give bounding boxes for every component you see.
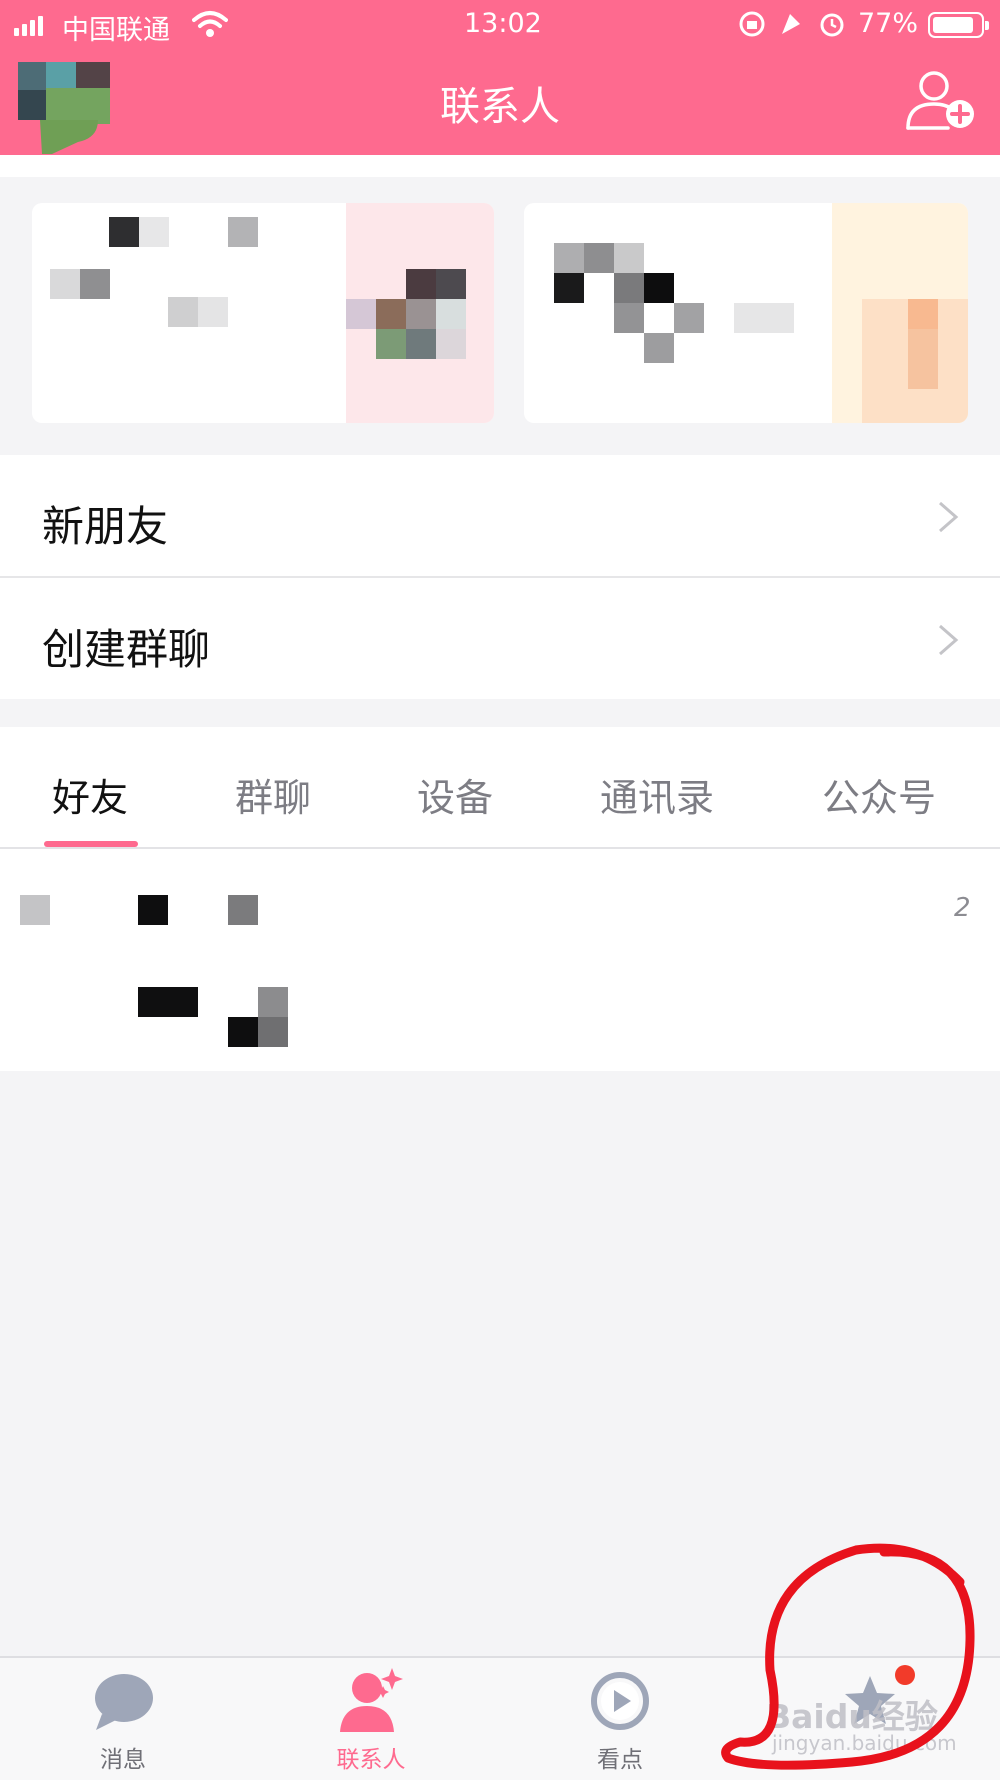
message-bubble-icon [95, 1674, 153, 1730]
pixel-block [734, 303, 794, 333]
pixel-block [674, 303, 704, 333]
pixel-block [614, 303, 644, 333]
chevron-right-icon [939, 624, 959, 656]
pixel-block [436, 269, 466, 299]
pixel-block [80, 269, 110, 299]
pixel-block [406, 329, 436, 359]
pixel-block [228, 895, 258, 925]
contacts-person-icon [340, 1668, 403, 1732]
pixel-block [109, 217, 139, 247]
signal-icon [14, 14, 43, 36]
tab-official-accounts[interactable]: 公众号 [822, 767, 936, 822]
tabbar-contacts[interactable]: 联系人 [291, 1666, 451, 1774]
pixel-block [258, 987, 288, 1017]
tab-address-book[interactable]: 通讯录 [600, 767, 714, 822]
friend-count: 2 [954, 893, 971, 923]
pixel-block [258, 1017, 288, 1047]
pixel-block [436, 329, 466, 359]
chevron-right-icon [939, 501, 959, 533]
pixel-block [554, 243, 584, 273]
pixel-block [138, 895, 168, 925]
tabbar-label: 看点 [597, 1747, 643, 1773]
add-contact-icon[interactable] [904, 70, 976, 132]
menu-new-friends[interactable]: 新朋友 [0, 455, 1000, 576]
pixel-block [376, 329, 406, 359]
tabbar-label: 联系人 [336, 1747, 406, 1773]
header-bar: 中国联通 13:02 77% 联系人 [0, 0, 1000, 155]
status-bar: 中国联通 13:02 77% [0, 0, 1000, 50]
location-icon [782, 14, 800, 34]
pixel-block [228, 1017, 258, 1047]
tabbar-messages[interactable]: 消息 [43, 1666, 203, 1774]
status-indicators [739, 11, 844, 37]
pixel-block [614, 273, 644, 303]
blurred-strip [0, 155, 1000, 177]
recommend-card[interactable] [32, 203, 494, 423]
menu-create-group[interactable]: 创建群聊 [0, 578, 1000, 699]
pixel-block [50, 269, 80, 299]
pixel-block [908, 299, 938, 329]
play-circle-icon [591, 1672, 649, 1730]
pixel-block [644, 273, 674, 303]
pixel-block [346, 299, 376, 329]
battery-percent: 77% [858, 8, 919, 39]
pixel-block [584, 243, 614, 273]
pixel-block [376, 299, 406, 329]
menu-label: 新朋友 [42, 502, 169, 551]
rotation-lock-icon [739, 11, 765, 37]
pixel-block [554, 273, 584, 303]
battery-icon [928, 12, 989, 38]
page-title: 联系人 [440, 84, 560, 130]
pixel-block [139, 217, 169, 247]
wifi-icon [192, 11, 228, 37]
recommend-card[interactable] [524, 203, 968, 423]
pixel-block [168, 297, 198, 327]
recommend-section [0, 177, 1000, 454]
carrier-label: 中国联通 [62, 15, 170, 46]
pixel-block [644, 333, 674, 363]
pixel-block [436, 299, 466, 329]
tab-friends[interactable]: 好友 [52, 767, 128, 822]
pixel-block [20, 895, 50, 925]
pixel-block [198, 297, 228, 327]
tab-devices[interactable]: 设备 [417, 767, 493, 822]
tab-groups[interactable]: 群聊 [235, 767, 311, 822]
alarm-icon [820, 13, 844, 37]
watermark-url: jingyan.baidu.com [772, 1731, 957, 1755]
status-time: 13:02 [464, 8, 542, 39]
pixel-block [614, 243, 644, 273]
pixel-block [138, 987, 198, 1017]
pixel-block [406, 269, 436, 299]
pixel-block [908, 329, 938, 389]
menu-label: 创建群聊 [42, 625, 211, 674]
notification-dot [895, 1665, 915, 1685]
active-tab-indicator [44, 841, 138, 847]
tabbar-label: 消息 [100, 1747, 146, 1773]
pixel-block [406, 299, 436, 329]
pixel-block [228, 217, 258, 247]
contacts-tabs: 好友 群聊 设备 通讯录 公众号 [0, 727, 1000, 849]
tabbar-discover[interactable]: 看点 [540, 1666, 700, 1774]
friend-group[interactable]: 2 [0, 849, 1000, 1071]
